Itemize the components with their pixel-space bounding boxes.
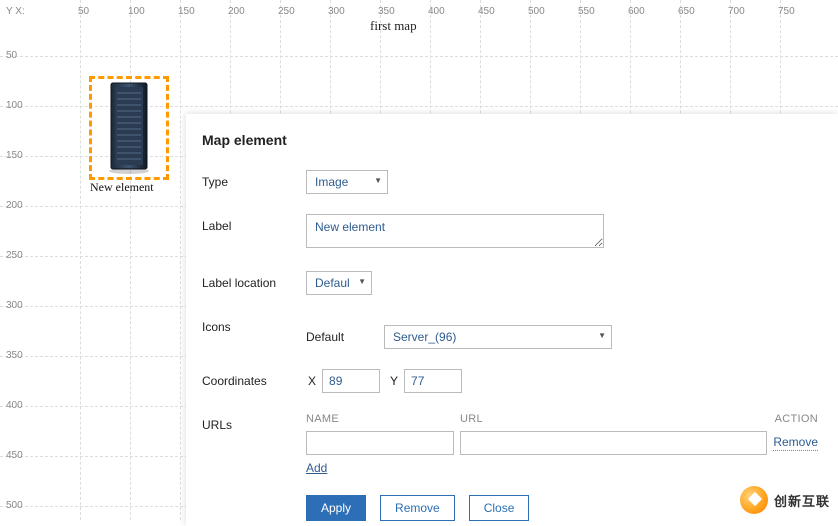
url-name-input[interactable] (306, 431, 454, 455)
url-url-input[interactable] (460, 431, 767, 455)
coord-y-input[interactable] (404, 369, 462, 393)
coordinates-label: Coordinates (202, 369, 306, 388)
icon-select[interactable]: Server_(96) (384, 325, 612, 349)
map-element-dialog: Map element Type Image Label Label locat… (186, 114, 838, 526)
dialog-title: Map element (202, 132, 818, 148)
apply-button[interactable]: Apply (306, 495, 366, 521)
label-textarea[interactable] (306, 214, 604, 248)
urls-head-url: URL (460, 413, 764, 425)
ruler-x: 5010015020025030035040045050055060065070… (0, 6, 838, 20)
watermark: 创新互联 (740, 486, 830, 514)
close-button[interactable]: Close (469, 495, 530, 521)
urls-head-action: ACTION (764, 413, 818, 425)
icons-default-label: Default (306, 330, 384, 344)
urls-head-name: NAME (306, 413, 460, 425)
coord-x-label: X (308, 374, 316, 388)
label-label: Label (202, 214, 306, 233)
label-location-select[interactable]: Default (306, 271, 372, 295)
map-element-selected[interactable] (89, 76, 169, 180)
coord-y-label: Y (390, 374, 398, 388)
watermark-text: 创新互联 (774, 491, 830, 510)
watermark-icon (740, 486, 768, 514)
server-rack-icon (105, 81, 153, 175)
type-select[interactable]: Image (306, 170, 388, 194)
map-title: first map (370, 18, 417, 34)
url-add-link[interactable]: Add (306, 461, 327, 475)
url-remove-link[interactable]: Remove (773, 435, 818, 451)
ruler-y: 50100150200250300350400450500 (6, 0, 30, 520)
map-element-label: New element (90, 180, 154, 195)
coord-x-input[interactable] (322, 369, 380, 393)
remove-button[interactable]: Remove (380, 495, 455, 521)
type-label: Type (202, 170, 306, 189)
urls-label: URLs (202, 413, 306, 432)
icons-label: Icons (202, 315, 306, 334)
label-location-label: Label location (202, 271, 306, 290)
